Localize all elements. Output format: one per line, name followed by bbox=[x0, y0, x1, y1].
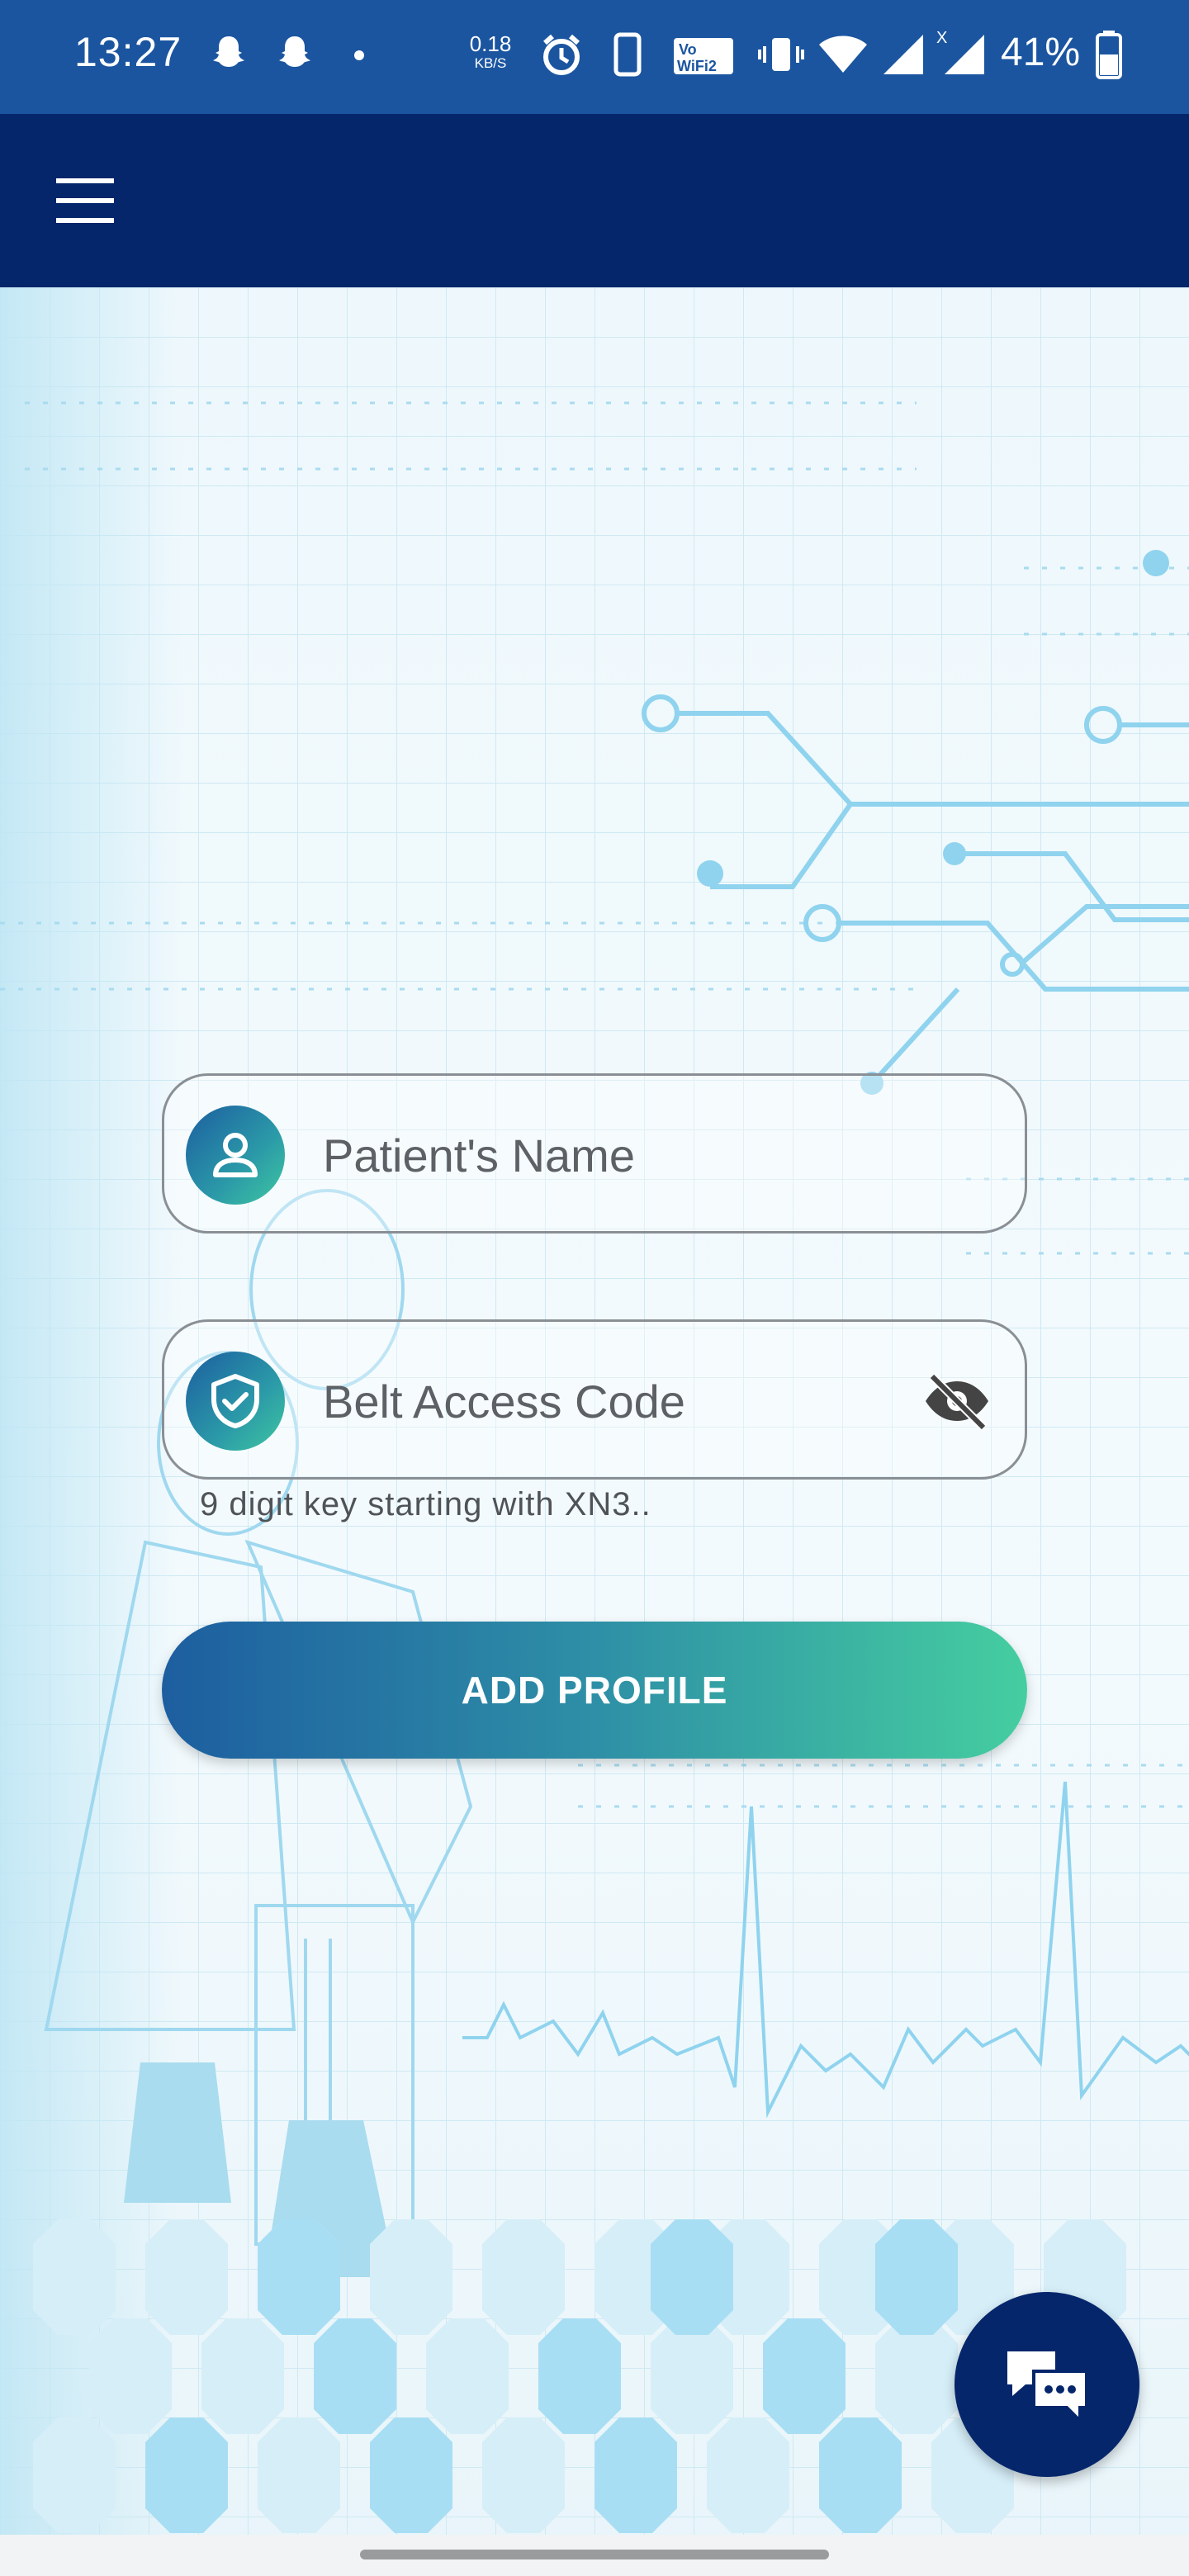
signal-icon bbox=[880, 31, 926, 82]
battery-percent: 41% bbox=[1001, 31, 1081, 74]
network-speed-value: 0.18 bbox=[469, 31, 512, 56]
menu-button[interactable] bbox=[50, 172, 124, 230]
hamburger-menu-icon bbox=[56, 178, 114, 223]
belt-access-code-field bbox=[162, 1319, 1027, 1480]
svg-text:Vo: Vo bbox=[679, 41, 697, 58]
status-time: 13:27 bbox=[74, 29, 182, 75]
network-speed: 0.18 KB/S bbox=[464, 33, 517, 70]
password-visibility-toggle[interactable] bbox=[922, 1371, 992, 1431]
system-navigation-area bbox=[0, 2535, 1189, 2576]
alarm-icon bbox=[538, 31, 585, 82]
patient-name-input[interactable] bbox=[321, 1109, 886, 1201]
signal-x-icon: X bbox=[936, 28, 989, 82]
eye-off-icon bbox=[926, 1373, 988, 1431]
vibrate-icon bbox=[758, 31, 804, 82]
belt-access-code-input[interactable] bbox=[321, 1355, 886, 1447]
snapchat-icon bbox=[274, 31, 315, 77]
app-bar bbox=[0, 114, 1189, 287]
snapchat-icon bbox=[208, 31, 249, 77]
add-profile-button[interactable]: ADD PROFILE bbox=[162, 1622, 1027, 1759]
battery-icon bbox=[1095, 30, 1123, 83]
chat-bubbles-icon bbox=[1007, 2351, 1088, 2425]
shield-check-icon bbox=[186, 1352, 285, 1451]
status-bar: 13:27 0.18 KB/S Vo WiFi2 X 41% bbox=[0, 0, 1189, 114]
network-speed-unit: KB/S bbox=[474, 55, 507, 71]
belt-code-helper-text: 9 digit key starting with XN3.. bbox=[200, 1486, 651, 1522]
wifi-icon bbox=[817, 31, 869, 82]
vowifi-icon: Vo WiFi2 bbox=[672, 36, 735, 80]
chat-button[interactable] bbox=[955, 2292, 1139, 2477]
patient-name-field bbox=[162, 1073, 1027, 1234]
phone-icon bbox=[611, 31, 644, 82]
svg-text:WiFi2: WiFi2 bbox=[677, 58, 717, 74]
dot-icon bbox=[353, 50, 365, 65]
person-icon bbox=[186, 1106, 285, 1205]
svg-text:X: X bbox=[936, 29, 947, 47]
gesture-handle[interactable] bbox=[360, 2550, 829, 2559]
